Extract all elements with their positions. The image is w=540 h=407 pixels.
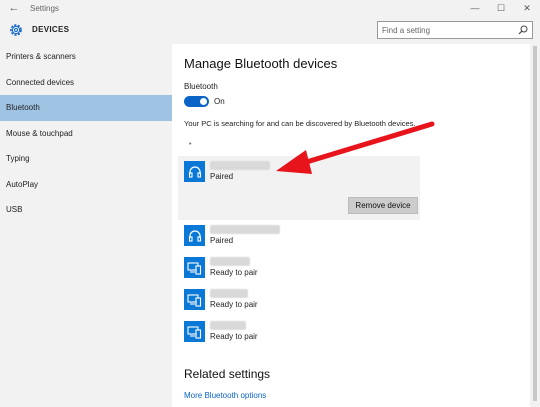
sidebar-item-bluetooth[interactable]: Bluetooth xyxy=(0,95,172,121)
device-name-redacted xyxy=(210,225,280,234)
search-input[interactable] xyxy=(382,25,512,35)
window-controls: — ☐ ✕ xyxy=(462,0,540,16)
device-item[interactable]: Paired xyxy=(184,161,384,183)
sidebar-item-printers-scanners[interactable]: Printers & scanners xyxy=(0,44,172,70)
close-button[interactable]: ✕ xyxy=(514,0,540,16)
sidebar-item-typing[interactable]: Typing xyxy=(0,146,172,172)
searching-indicator: • xyxy=(189,141,192,148)
device-name-redacted xyxy=(210,321,246,330)
sidebar-item-autoplay[interactable]: AutoPlay xyxy=(0,172,172,198)
computer-phone-icon xyxy=(184,257,205,278)
toggle-knob xyxy=(200,98,207,105)
search-icon[interactable] xyxy=(518,25,528,35)
maximize-button[interactable]: ☐ xyxy=(488,0,514,16)
device-name-redacted xyxy=(210,161,270,170)
device-item[interactable]: Ready to pair xyxy=(184,289,384,311)
device-status: Ready to pair xyxy=(210,332,258,341)
device-status: Ready to pair xyxy=(210,300,258,309)
related-settings-heading: Related settings xyxy=(184,367,271,381)
section-heading: Manage Bluetooth devices xyxy=(184,56,338,71)
discovery-description: Your PC is searching for and can be disc… xyxy=(184,119,416,128)
bluetooth-toggle[interactable] xyxy=(184,96,209,107)
sidebar-item-connected-devices[interactable]: Connected devices xyxy=(0,70,172,96)
scrollbar[interactable] xyxy=(530,44,540,407)
remove-device-button[interactable]: Remove device xyxy=(348,197,418,214)
gear-icon xyxy=(10,24,22,36)
back-arrow-icon[interactable]: ← xyxy=(0,0,28,16)
device-status: Paired xyxy=(210,236,234,245)
more-bluetooth-options-link[interactable]: More Bluetooth options xyxy=(184,391,266,400)
toggle-state-label: On xyxy=(214,97,225,106)
window-title: Settings xyxy=(30,3,59,13)
main-content: Manage Bluetooth devices Bluetooth On Yo… xyxy=(172,44,530,407)
computer-phone-icon xyxy=(184,321,205,342)
device-item[interactable]: Ready to pair xyxy=(184,321,384,343)
scrollbar-thumb[interactable] xyxy=(533,46,537,401)
bluetooth-label: Bluetooth xyxy=(184,82,218,91)
device-status: Ready to pair xyxy=(210,268,258,277)
device-status: Paired xyxy=(210,172,234,181)
computer-phone-icon xyxy=(184,289,205,310)
device-name-redacted xyxy=(210,257,250,266)
device-item[interactable]: Ready to pair xyxy=(184,257,384,279)
headphones-icon xyxy=(184,225,205,246)
headphones-icon xyxy=(184,161,205,182)
minimize-button[interactable]: — xyxy=(462,0,488,16)
sidebar: Printers & scanners Connected devices Bl… xyxy=(0,44,172,407)
page-title: DEVICES xyxy=(32,25,70,34)
device-name-redacted xyxy=(210,289,248,298)
header: DEVICES xyxy=(0,16,540,44)
title-bar: ← Settings — ☐ ✕ xyxy=(0,0,540,16)
search-box[interactable] xyxy=(377,21,533,39)
sidebar-item-usb[interactable]: USB xyxy=(0,197,172,223)
device-item[interactable]: Paired xyxy=(184,225,384,247)
sidebar-item-mouse-touchpad[interactable]: Mouse & touchpad xyxy=(0,121,172,147)
